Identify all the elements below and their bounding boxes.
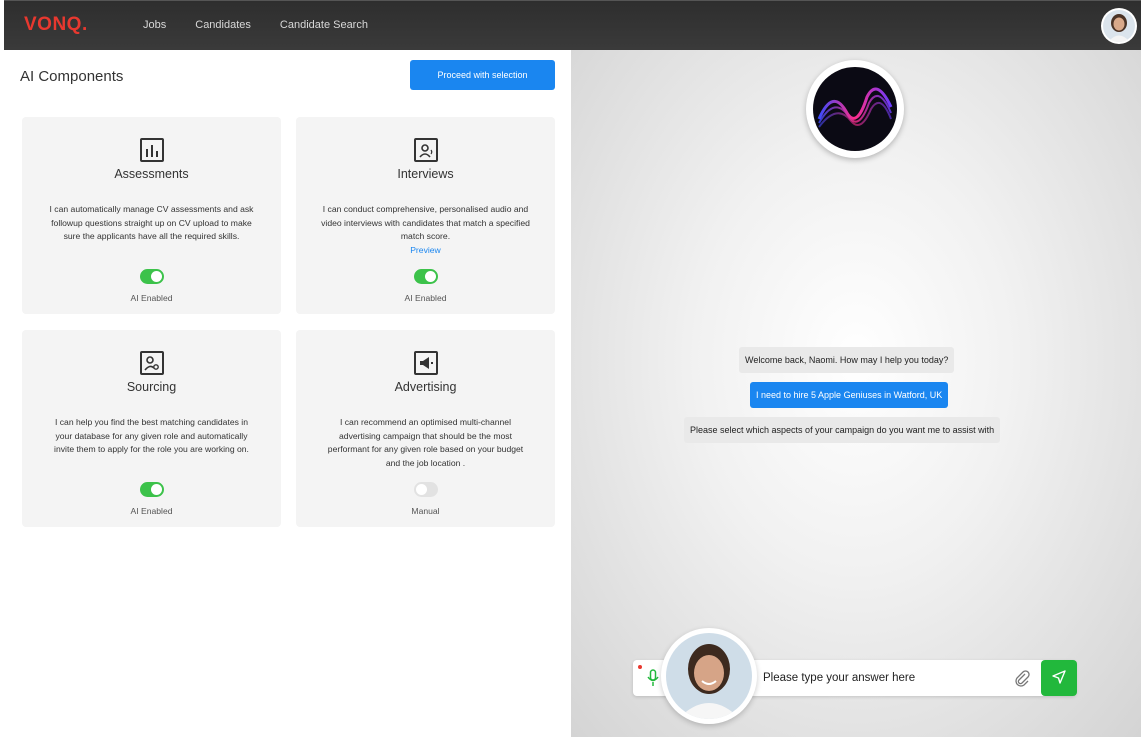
avatar-face-icon <box>1103 10 1135 42</box>
user-avatar[interactable] <box>1101 8 1137 44</box>
sourcing-toggle[interactable] <box>140 482 164 497</box>
card-description: I can conduct comprehensive, personalise… <box>321 203 530 257</box>
paperclip-icon[interactable] <box>1013 669 1031 687</box>
interview-icon <box>414 138 438 162</box>
send-button[interactable] <box>1041 660 1077 696</box>
card-sourcing[interactable]: Sourcing I can help you find the best ma… <box>22 330 281 527</box>
megaphone-icon <box>414 351 438 375</box>
sourcing-icon <box>140 351 164 375</box>
card-assessments[interactable]: Assessments I can automatically manage C… <box>22 117 281 314</box>
nav-jobs[interactable]: Jobs <box>143 19 166 31</box>
nav-candidate-search[interactable]: Candidate Search <box>280 19 368 31</box>
logo-text: VONQ <box>24 14 82 35</box>
card-title: Interviews <box>397 167 454 181</box>
chat-message-bot: Welcome back, Naomi. How may I help you … <box>739 347 955 373</box>
page-title: AI Components <box>20 68 124 85</box>
microphone-icon[interactable] <box>645 669 661 687</box>
card-state-label: Manual <box>411 506 440 516</box>
card-description: I can help you find the best matching ca… <box>54 417 249 454</box>
logo-dot: . <box>81 14 88 35</box>
chat-message-bot: Please select which aspects of your camp… <box>684 417 1001 443</box>
person-face-icon <box>666 633 752 719</box>
card-description-text: I can conduct comprehensive, personalise… <box>321 204 530 241</box>
card-title: Sourcing <box>126 380 177 394</box>
candidate-avatar <box>661 628 757 724</box>
card-interviews[interactable]: Interviews I can conduct comprehensive, … <box>296 117 555 314</box>
sound-wave-icon <box>817 87 893 128</box>
answer-input[interactable] <box>763 668 1003 688</box>
card-state-label: AI Enabled <box>404 293 447 303</box>
nav-candidates[interactable]: Candidates <box>195 19 251 31</box>
chat-message-user: I need to hire 5 Apple Geniuses in Watfo… <box>750 382 949 408</box>
advertising-toggle[interactable] <box>414 482 438 497</box>
card-description: I can automatically manage CV assessment… <box>49 204 254 241</box>
send-icon <box>1052 669 1066 684</box>
card-advertising[interactable]: Advertising I can recommend an optimised… <box>296 330 555 527</box>
ai-assistant-avatar <box>806 60 904 158</box>
assessments-toggle[interactable] <box>140 269 164 284</box>
main-nav: Jobs Candidates Candidate Search <box>143 19 368 31</box>
vonq-logo[interactable]: VONQ. <box>24 14 88 36</box>
card-title: Advertising <box>394 380 457 394</box>
recording-indicator <box>638 665 642 669</box>
top-nav-bar: VONQ. Jobs Candidates Candidate Search <box>4 0 1141 50</box>
proceed-with-selection-button[interactable]: Proceed with selection <box>410 60 555 90</box>
interviews-toggle[interactable] <box>414 269 438 284</box>
card-description: I can recommend an optimised multi-chann… <box>327 417 524 468</box>
card-state-label: AI Enabled <box>130 506 173 516</box>
preview-link[interactable]: Preview <box>321 244 530 258</box>
bar-chart-icon <box>140 138 164 162</box>
card-title: Assessments <box>114 167 189 181</box>
chat-panel: Welcome back, Naomi. How may I help you … <box>571 50 1141 737</box>
ai-components-panel: AI Components Proceed with selection Ass… <box>4 50 571 737</box>
card-state-label: AI Enabled <box>130 293 173 303</box>
